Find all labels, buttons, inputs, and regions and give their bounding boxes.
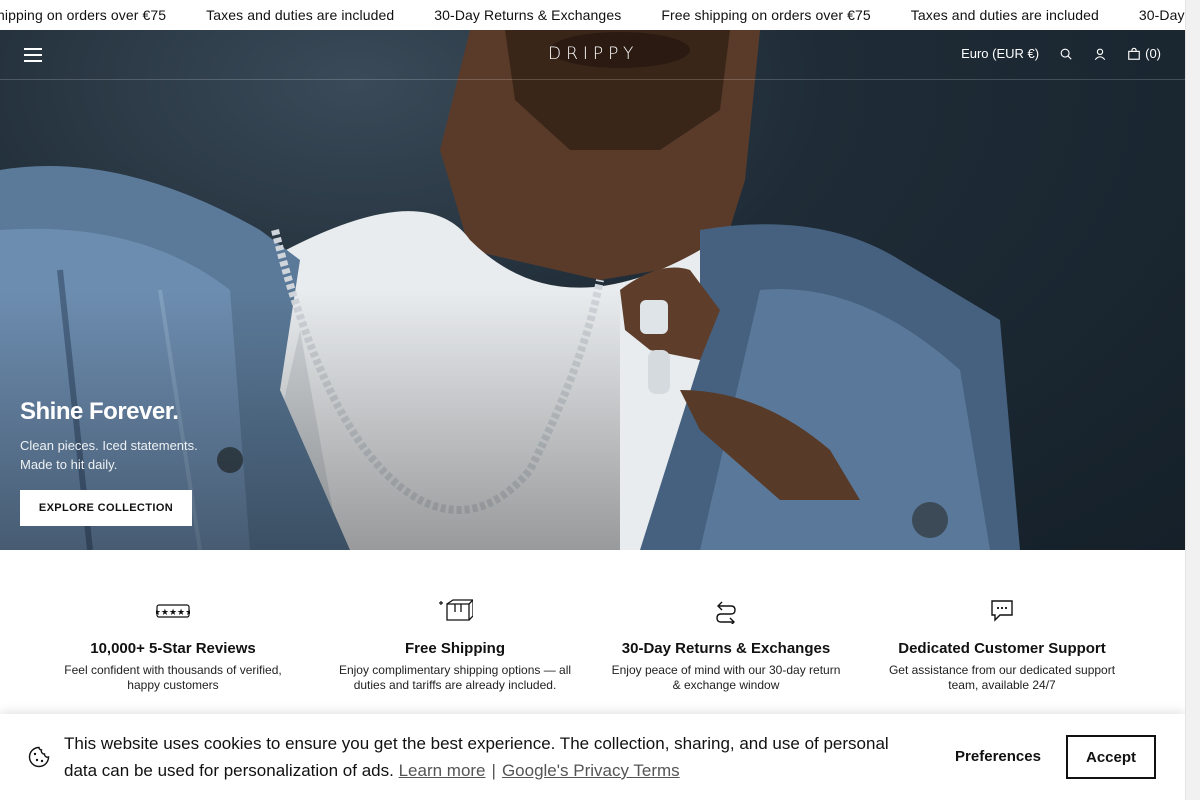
- cookie-banner: This website uses cookies to ensure you …: [0, 714, 1185, 800]
- header-actions: Euro (EUR €) (0): [961, 46, 1161, 61]
- cookie-message: This website uses cookies to ensure you …: [64, 730, 914, 784]
- cookie-icon: [28, 746, 50, 768]
- cart-button[interactable]: (0): [1127, 46, 1161, 61]
- hero-title: Shine Forever.: [20, 398, 179, 425]
- feature-description-line: duties and tariffs are already included.: [353, 678, 557, 692]
- feature-description-line: happy customers: [127, 678, 219, 692]
- feature-description-line: Enjoy peace of mind with our 30-day retu…: [611, 663, 841, 677]
- explore-collection-button[interactable]: EXPLORE COLLECTION: [20, 490, 192, 526]
- package-icon: [439, 599, 473, 621]
- cart-count: (0): [1145, 46, 1161, 61]
- hero-subtitle-line: Made to hit daily.: [20, 457, 118, 472]
- search-icon[interactable]: [1059, 47, 1073, 61]
- feature-title: Dedicated Customer Support: [898, 640, 1106, 657]
- return-arrows-icon: [716, 601, 736, 624]
- feature-support: Dedicated Customer Support Get assistanc…: [876, 598, 1128, 693]
- accept-button[interactable]: Accept: [1066, 735, 1156, 779]
- feature-returns: 30-Day Returns & Exchanges Enjoy peace o…: [600, 598, 852, 693]
- features-section: ★★★★★ 10,000+ 5-Star Reviews Feel confid…: [0, 550, 1185, 720]
- feature-title: 10,000+ 5-Star Reviews: [90, 640, 256, 657]
- announcement-track: e shipping on orders over €75 Taxes and …: [0, 0, 1185, 30]
- hero-subtitle-line: Clean pieces. Iced statements.: [20, 438, 198, 453]
- feature-description: Enjoy peace of mind with our 30-day retu…: [600, 663, 852, 693]
- hamburger-menu-icon[interactable]: [24, 48, 42, 62]
- announcement-item: e shipping on orders over €75: [0, 7, 167, 23]
- stars-rating-icon: ★★★★★: [156, 604, 190, 618]
- feature-reviews: ★★★★★ 10,000+ 5-Star Reviews Feel confid…: [48, 598, 298, 693]
- account-icon[interactable]: [1093, 47, 1107, 61]
- chat-bubble-icon: [991, 600, 1013, 622]
- feature-title: 30-Day Returns & Exchanges: [621, 640, 831, 657]
- svg-text:★★★★★: ★★★★★: [156, 608, 190, 618]
- site-header: DRIPPY Euro (EUR €) (0): [0, 30, 1185, 80]
- announcement-item: Free shipping on orders over €75: [661, 7, 871, 23]
- announcement-item: 30-Day Returns & Exchanges: [434, 7, 622, 23]
- learn-more-link[interactable]: Learn more: [399, 761, 486, 780]
- link-separator: |: [491, 761, 496, 780]
- page: e shipping on orders over €75 Taxes and …: [0, 0, 1185, 800]
- cart-bag-icon: [1128, 47, 1140, 60]
- feature-title: Free Shipping: [404, 640, 505, 657]
- announcement-bar: e shipping on orders over €75 Taxes and …: [0, 0, 1185, 30]
- announcement-item: Taxes and duties are included: [206, 7, 395, 23]
- hero-subtitle: Clean pieces. Iced statements. Made to h…: [20, 436, 220, 474]
- feature-shipping: Free Shipping Enjoy complimentary shippi…: [330, 598, 580, 693]
- feature-description-line: & exchange window: [672, 678, 780, 692]
- feature-description-line: Get assistance from our dedicated suppor…: [888, 663, 1116, 677]
- feature-description-line: Enjoy complimentary shipping options — a…: [338, 663, 572, 677]
- scrollbar[interactable]: [1185, 0, 1200, 800]
- site-logo[interactable]: DRIPPY: [548, 44, 638, 64]
- feature-description: Enjoy complimentary shipping options — a…: [330, 663, 580, 693]
- preferences-button[interactable]: Preferences: [940, 734, 1056, 778]
- feature-description-line: Feel confident with thousands of verifie…: [64, 663, 282, 677]
- hero-copy: Shine Forever. Clean pieces. Iced statem…: [20, 398, 220, 474]
- privacy-terms-link[interactable]: Google's Privacy Terms: [502, 761, 680, 780]
- feature-description: Feel confident with thousands of verifie…: [48, 663, 298, 693]
- feature-description-line: team, available 24/7: [948, 678, 1056, 692]
- currency-selector[interactable]: Euro (EUR €): [961, 46, 1039, 61]
- announcement-item: Taxes and duties are included: [910, 7, 1099, 23]
- feature-description: Get assistance from our dedicated suppor…: [876, 663, 1128, 693]
- announcement-item: 30-Day Retu: [1138, 7, 1185, 23]
